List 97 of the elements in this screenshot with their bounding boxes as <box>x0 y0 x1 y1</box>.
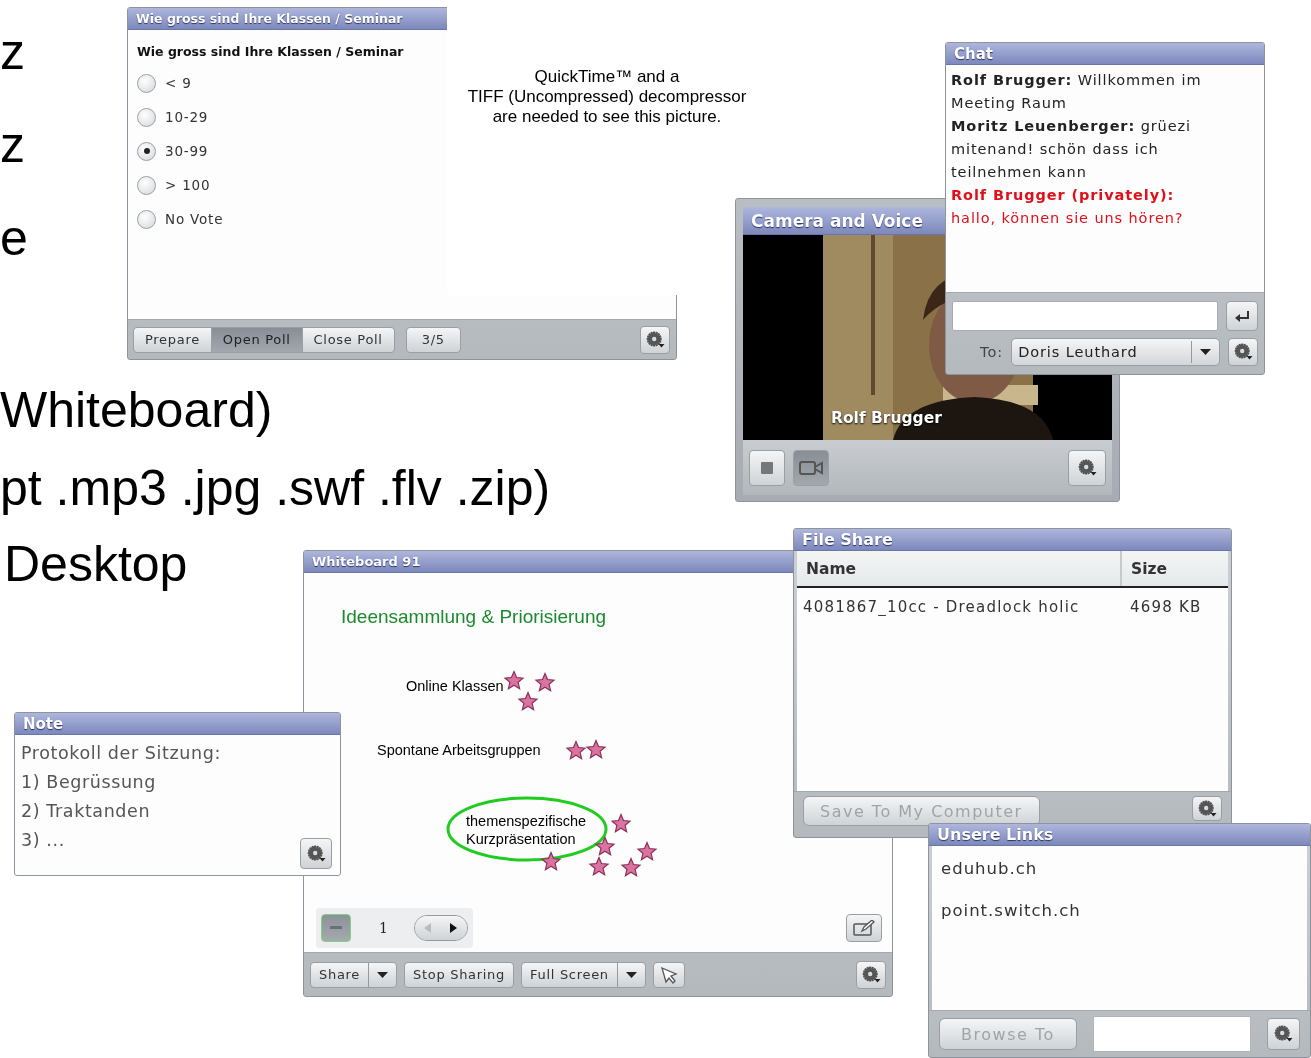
settings-button[interactable] <box>856 960 886 989</box>
star-icon <box>620 856 642 877</box>
note-line: 2) Traktanden <box>21 800 152 823</box>
star-icon <box>503 669 525 690</box>
star-icon <box>594 835 616 856</box>
star-icon <box>540 850 562 871</box>
window-title: Unsere Links <box>937 825 1054 844</box>
poll-button[interactable]: Close Poll <box>301 326 395 353</box>
pencil-icon <box>853 919 875 936</box>
caret-icon <box>1200 349 1211 355</box>
settings-button[interactable] <box>640 325 670 354</box>
minus-icon <box>330 926 342 929</box>
counter-button[interactable]: 3/5 <box>405 326 461 353</box>
send-button[interactable] <box>1226 301 1258 331</box>
settings-icon <box>306 844 326 863</box>
poll-button[interactable]: Prepare <box>133 326 212 353</box>
toolbar-button[interactable]: Share <box>310 961 397 988</box>
window-title: Camera and Voice <box>751 210 923 231</box>
to-label: To: <box>980 344 1004 360</box>
note-line: 1) Begrüssung <box>21 771 158 794</box>
window-title: Wie gross sind Ihre Klassen / Seminar <box>136 11 403 26</box>
bullet-text: e <box>0 209 28 268</box>
bullet-text: Whiteboard) <box>0 381 273 440</box>
radio-button[interactable] <box>137 209 156 229</box>
star-icon <box>585 738 607 759</box>
minus-button[interactable] <box>321 913 351 942</box>
settings-icon <box>1077 458 1097 477</box>
whiteboard-note: themenspezifische Kurzpräsentation <box>466 813 587 847</box>
edit-button[interactable] <box>846 913 882 942</box>
radio-button[interactable] <box>137 73 156 93</box>
camera-icon <box>799 460 823 475</box>
table-cell-text: 4081867_10cc - Dreadlock holic <box>802 598 1081 616</box>
poll-question: Wie gross sind Ihre Klassen / Seminar <box>137 44 404 59</box>
settings-button[interactable] <box>1228 338 1258 366</box>
recipient-dropdown[interactable]: Doris Leuthard <box>1011 338 1220 366</box>
option-label: 10-29 <box>165 109 209 125</box>
url-input[interactable] <box>1092 1016 1251 1052</box>
bullet-text: z <box>0 23 25 82</box>
option-label: 30-99 <box>165 143 209 159</box>
stop-icon <box>761 461 773 474</box>
window-title: Note <box>23 714 64 733</box>
whiteboard-note: Spontane Arbeitsgruppen <box>377 742 541 758</box>
caret-icon <box>377 971 388 978</box>
window-title: File Share <box>802 530 893 549</box>
star-icon <box>517 690 539 711</box>
chat-message: Moritz Leuenberger: grüezi mitenand! schön dass ich teilnehmen kann <box>951 117 1192 182</box>
camera-button[interactable] <box>793 449 829 486</box>
option-label: No Vote <box>165 211 224 227</box>
settings-icon <box>1233 343 1253 361</box>
star-icon <box>610 812 632 833</box>
column-header[interactable]: Size <box>1122 551 1167 586</box>
toolbar-button[interactable]: Full Screen <box>521 961 646 988</box>
whiteboard-note: Online Klassen <box>406 678 504 694</box>
poll-button[interactable]: Open Poll <box>210 326 303 353</box>
settings-button[interactable] <box>1192 796 1222 821</box>
placeholder-notice: QuickTime™ and a TIFF (Uncompressed) decompressor are needed to see this picture. <box>466 67 748 127</box>
settings-button[interactable] <box>1068 449 1106 486</box>
settings-icon <box>1273 1025 1293 1043</box>
page-number: 1 <box>379 919 388 936</box>
bullet-text: z <box>0 116 25 175</box>
window-title: Whiteboard 91 <box>312 554 421 569</box>
radio-button[interactable] <box>137 175 156 195</box>
next-button[interactable] <box>440 915 467 940</box>
radio-button[interactable] <box>137 141 156 161</box>
right-arrow-icon <box>450 922 458 933</box>
bullet-text: pt .mp3 .jpg .swf .flv .zip) <box>0 459 551 518</box>
bullet-text: Desktop <box>4 535 188 594</box>
settings-button[interactable] <box>1266 1018 1300 1050</box>
table-cell-text: 4698 KB <box>1129 598 1202 616</box>
window-title: Chat <box>954 44 993 63</box>
star-icon <box>588 855 610 876</box>
link-item[interactable]: eduhub.ch <box>941 858 1298 900</box>
caret-icon <box>625 971 637 978</box>
stop-button[interactable] <box>749 449 785 486</box>
pointer-icon <box>659 965 678 984</box>
video-caption: Rolf Brugger <box>831 409 942 427</box>
settings-icon <box>1197 799 1217 818</box>
column-header[interactable]: Name <box>797 551 1122 586</box>
note-line: 3) ... <box>21 829 66 852</box>
toolbar-button[interactable]: Stop Sharing <box>404 961 514 988</box>
pointer-button[interactable] <box>652 961 685 988</box>
settings-button[interactable] <box>300 838 332 869</box>
enter-icon <box>1234 309 1250 323</box>
message-input[interactable] <box>952 301 1218 331</box>
star-icon <box>636 840 658 861</box>
whiteboard-heading: Ideensammlung & Priorisierung <box>341 606 607 627</box>
settings-icon <box>645 330 665 349</box>
settings-icon <box>861 965 881 984</box>
left-arrow-icon <box>424 922 432 933</box>
option-label: < 9 <box>165 75 192 91</box>
radio-button[interactable] <box>137 107 156 127</box>
star-icon <box>534 671 556 692</box>
chat-message: Rolf Brugger (privately): hallo, können sie uns hören? <box>951 186 1185 228</box>
option-label: > 100 <box>165 177 211 193</box>
star-icon <box>565 739 587 760</box>
link-item[interactable]: point.switch.ch <box>941 900 1298 942</box>
note-line: Protokoll der Sitzung: <box>21 742 222 765</box>
